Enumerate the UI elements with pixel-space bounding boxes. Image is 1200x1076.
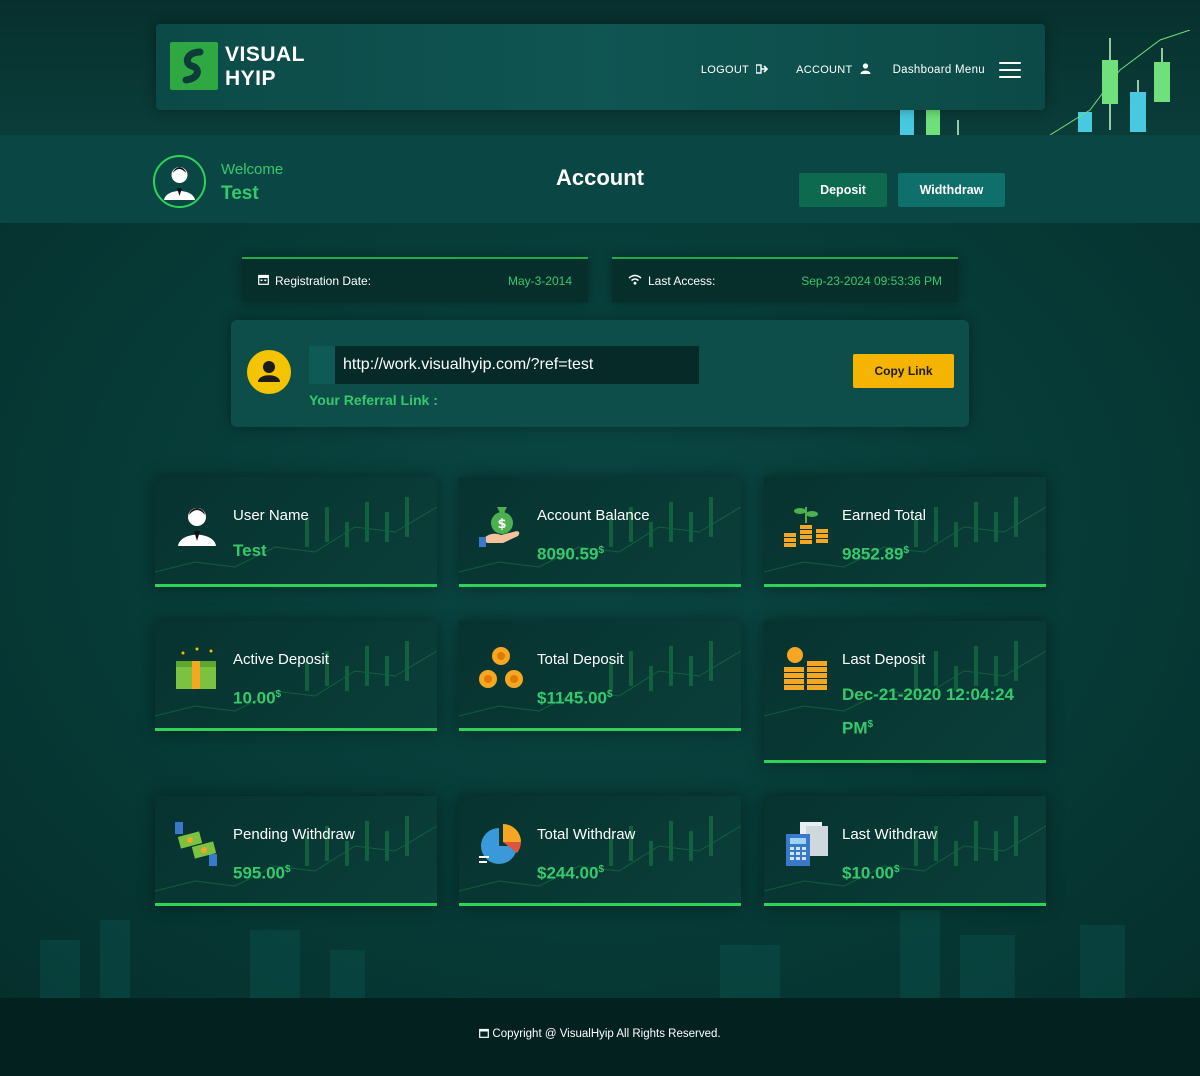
stat-card-last-deposit: Last Deposit Dec-21-2020 12:04:24 PM$ [764, 621, 1046, 763]
user-icon [860, 63, 871, 77]
card-label: Earned Total [842, 507, 926, 524]
calendar-icon [479, 1028, 490, 1038]
card-label: Total Withdraw [537, 826, 636, 843]
calculator-document-icon [782, 820, 830, 868]
card-value: 595.00$ [233, 863, 291, 883]
card-label: Active Deposit [233, 651, 329, 668]
pie-chart-icon [477, 820, 525, 868]
referral-link-text: http://work.visualhyip.com/?ref=test [343, 356, 594, 373]
hamburger-icon [999, 62, 1021, 78]
stat-card-total-withdraw: Total Withdraw $244.00$ [459, 796, 741, 906]
user-icon [173, 501, 221, 549]
last-access-value: Sep-23-2024 09:53:36 PM [801, 273, 942, 288]
card-label: Total Deposit [537, 651, 624, 668]
card-value: 10.00$ [233, 688, 282, 708]
withdraw-button[interactable]: Widthdraw [898, 173, 1005, 207]
city-skyline-decoration [40, 910, 1125, 998]
logout-icon [755, 63, 769, 77]
referral-user-icon [247, 350, 291, 394]
welcome-label: Welcome [221, 161, 284, 178]
coin-stacks-icon [782, 645, 830, 693]
coins-cycle-icon [477, 645, 525, 693]
card-label: Last Withdraw [842, 826, 938, 843]
wifi-icon [628, 274, 642, 288]
card-label: Account Balance [537, 507, 650, 524]
deposit-button[interactable]: Deposit [799, 173, 887, 207]
card-value: 9852.89$ [842, 544, 910, 564]
referral-link-label: Your Referral Link : [309, 392, 438, 408]
registration-date-label: Registration Date: [275, 273, 372, 288]
stat-card-total-deposit: Total Deposit $1145.00$ [459, 621, 741, 731]
brand-name[interactable]: VISUAL HYIP [225, 43, 305, 91]
cash-exchange-icon [173, 820, 221, 868]
card-value: $1145.00$ [537, 688, 613, 708]
card-label: Pending Withdraw [233, 826, 355, 843]
dashboard-menu-label: Dashboard Menu [892, 64, 985, 76]
referral-panel: http://work.visualhyip.com/?ref=test You… [231, 320, 969, 427]
last-access-label: Last Access: [648, 273, 716, 288]
card-label: User Name [233, 507, 309, 524]
avatar [153, 155, 206, 208]
dashboard-menu-button[interactable]: Dashboard Menu [893, 62, 1021, 78]
logout-link[interactable]: LOGOUT [700, 63, 769, 77]
registration-date-strip: Registration Date: May-3-2014 [242, 257, 588, 302]
logo-icon[interactable] [170, 42, 218, 90]
last-access-strip: Last Access: Sep-23-2024 09:53:36 PM [612, 257, 958, 302]
cash-stack-icon [173, 645, 221, 693]
referral-link-field[interactable]: http://work.visualhyip.com/?ref=test [309, 346, 699, 384]
brand-name-line2: HYIP [225, 67, 277, 90]
brand-name-line1: VISUAL [225, 43, 306, 66]
page-title: Account [556, 165, 644, 190]
card-value: Test [233, 541, 267, 560]
copy-link-button[interactable]: Copy Link [853, 354, 954, 388]
nav-bar: LOGOUT ACCOUNT Dashboard Menu [701, 62, 1021, 78]
footer-copyright: Copyright @ VisualHyip All Rights Reserv… [0, 1028, 1200, 1040]
calendar-icon [258, 274, 269, 288]
money-bag-hand-icon: $ [477, 501, 525, 549]
stat-card-account-balance: $ Account Balance 8090.59$ [459, 477, 741, 587]
registration-date-value: May-3-2014 [507, 273, 572, 288]
card-value: $10.00$ [842, 863, 900, 883]
stat-card-active-deposit: Active Deposit 10.00$ [155, 621, 437, 731]
logout-label: LOGOUT [700, 64, 750, 76]
top-navbar: VISUAL HYIP LOGOUT ACCOUNT Dashboard Men… [156, 24, 1045, 110]
account-label: ACCOUNT [796, 64, 853, 76]
card-value: $244.00$ [537, 863, 605, 883]
card-value: 8090.59$ [537, 544, 605, 564]
account-link[interactable]: ACCOUNT [796, 63, 871, 77]
stat-card-pending-withdraw: Pending Withdraw 595.00$ [155, 796, 437, 906]
svg-text:$: $ [497, 517, 506, 532]
card-value: Dec-21-2020 12:04:24 PM$ [842, 685, 1015, 738]
stat-card-user-name: User Name Test [155, 477, 437, 587]
card-label: Last Deposit [842, 651, 926, 668]
stat-card-last-withdraw: Last Withdraw $10.00$ [764, 796, 1046, 906]
welcome-username: Test [221, 183, 259, 204]
stat-card-earned-total: Earned Total 9852.89$ [764, 477, 1046, 587]
coin-plant-icon [782, 501, 830, 549]
